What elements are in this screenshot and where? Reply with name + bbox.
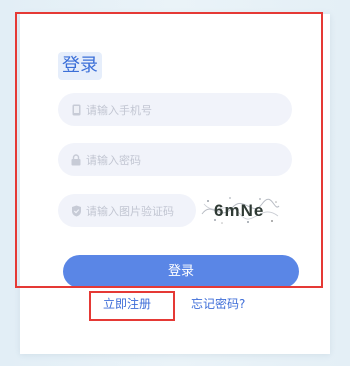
password-placeholder: 请输入密码 — [86, 153, 141, 167]
captcha-image[interactable]: 6mNe — [200, 192, 280, 228]
phone-input[interactable]: 请输入手机号 — [58, 93, 292, 126]
phone-placeholder: 请输入手机号 — [86, 103, 152, 117]
captcha-text: 6mNe — [214, 201, 264, 220]
captcha-input[interactable]: 请输入图片验证码 — [58, 194, 196, 227]
phone-icon — [70, 104, 82, 116]
captcha-placeholder: 请输入图片验证码 — [86, 204, 174, 218]
shield-icon — [70, 205, 82, 217]
lock-icon — [70, 153, 82, 166]
forgot-password-link[interactable]: 忘记密码? — [191, 295, 245, 313]
password-input[interactable]: 请输入密码 — [58, 143, 292, 176]
register-link[interactable]: 立即注册 — [103, 295, 151, 313]
login-title: 登录 — [58, 52, 102, 80]
login-button[interactable]: 登录 — [63, 255, 299, 288]
